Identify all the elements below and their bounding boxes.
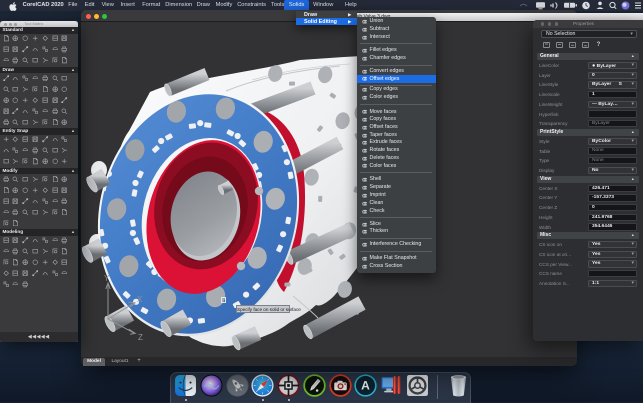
svg-text:Z: Z (138, 333, 143, 342)
svg-text:Y: Y (104, 274, 110, 283)
svg-text:A: A (361, 379, 370, 393)
svg-text:X: X (137, 295, 143, 304)
